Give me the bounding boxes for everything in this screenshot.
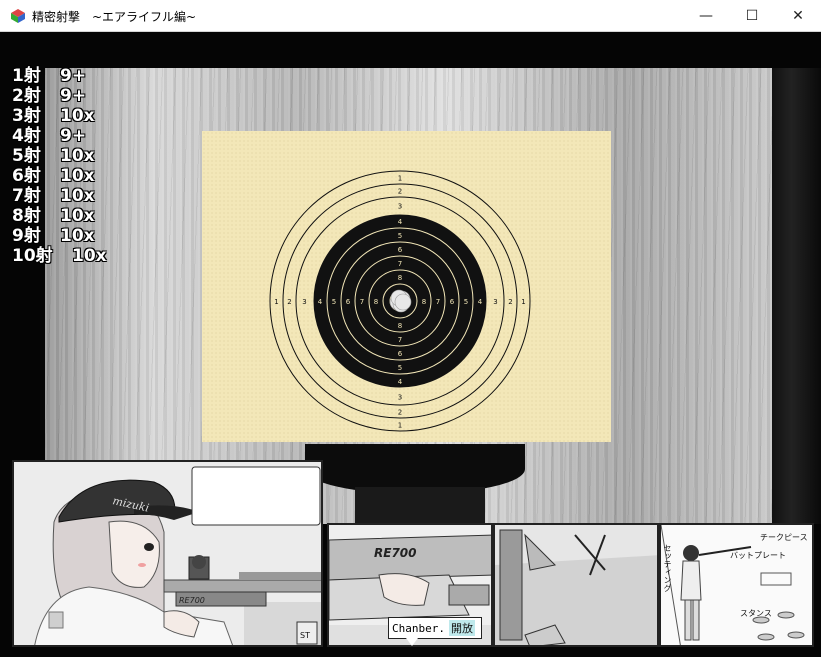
target-ring-number: 2 xyxy=(287,298,291,306)
manga-panel-shooter: mizuki RE700 ST xyxy=(12,460,323,647)
range-floor-illustration xyxy=(495,525,657,645)
minimize-button[interactable]: — xyxy=(683,0,729,32)
shooter-illustration: mizuki RE700 ST xyxy=(14,462,321,645)
score-row: 10射 10x xyxy=(12,246,107,266)
target-ring-number: 2 xyxy=(398,409,402,417)
chamber-status-box: Chanber. 開放 xyxy=(388,617,482,639)
score-value: 10x xyxy=(60,166,95,186)
target-ring-number: 1 xyxy=(274,298,278,306)
corner-mark: ST xyxy=(300,631,310,640)
target-ring-number: 4 xyxy=(398,218,403,226)
score-shot-label: 1射 xyxy=(12,66,41,86)
score-value: 10x xyxy=(60,106,95,126)
score-list: 1射 9+ 2射 9+ 3射 10x 4射 9+ 5射 10x 6射 10x 7射 10x 8射 10x 9射 1… xyxy=(12,66,107,266)
target-ring-number: 7 xyxy=(436,298,440,306)
close-icon: ✕ xyxy=(792,8,804,24)
score-value: 10x xyxy=(72,246,107,266)
dialog-caret-icon xyxy=(406,638,418,646)
target-ring-number: 2 xyxy=(508,298,512,306)
minimize-icon: — xyxy=(699,8,713,24)
target-ring-number: 4 xyxy=(478,298,483,306)
score-row: 3射 10x xyxy=(12,106,107,126)
shot-impact xyxy=(394,293,412,311)
target-ring-number: 3 xyxy=(302,298,306,306)
score-shot-label: 2射 xyxy=(12,86,41,106)
rifle-model-text: RE700 xyxy=(374,546,417,560)
app-icon xyxy=(11,9,25,23)
diagram-label-stance: スタンス xyxy=(740,609,772,618)
manga-panel-range xyxy=(493,523,659,647)
score-row: 6射 10x xyxy=(12,166,107,186)
target-ring-number: 2 xyxy=(398,188,402,196)
target-ring-number: 6 xyxy=(398,350,403,358)
window-titlebar: 精密射撃 ~エアライフル編~ — ☐ ✕ xyxy=(0,0,821,32)
target-face: 1 1 1 1 2 2 2 2 3 3 3 3 4 4 4 4 5 5 5 5 6 6 6 6 7 7 7 7 8 8 8 8 xyxy=(269,170,531,432)
diagram-label-cheekpiece: チークピース xyxy=(760,533,808,542)
target-ring-number: 8 xyxy=(398,274,402,282)
maximize-button[interactable]: ☐ xyxy=(729,0,775,32)
score-row: 5射 10x xyxy=(12,146,107,166)
target-ring-number: 1 xyxy=(398,175,402,183)
score-value: 9+ xyxy=(60,66,87,86)
score-value: 10x xyxy=(60,226,95,246)
score-value: 10x xyxy=(60,186,95,206)
target-ring-number: 3 xyxy=(398,203,402,211)
target-ring-number: 7 xyxy=(398,336,402,344)
target-ring-number: 4 xyxy=(398,378,403,386)
target-ring-number: 8 xyxy=(374,298,378,306)
score-row: 9射 10x xyxy=(12,226,107,246)
game-viewport[interactable]: 1 1 1 1 2 2 2 2 3 3 3 3 4 4 4 4 5 5 5 5 6 6 6 6 7 7 7 7 8 8 8 8 1射 9+ 2射 9… xyxy=(0,32,821,657)
target-ring-number: 4 xyxy=(318,298,323,306)
score-value: 9+ xyxy=(60,126,87,146)
score-shot-label: 10射 xyxy=(12,246,53,266)
score-shot-label: 8射 xyxy=(12,206,41,226)
chamber-state-badge: 開放 xyxy=(448,620,475,636)
target-ring-number: 8 xyxy=(398,322,402,330)
rifle-text-small: RE700 xyxy=(179,596,205,605)
target-ring-number: 6 xyxy=(450,298,455,306)
target-ring-number: 3 xyxy=(398,394,402,402)
score-shot-label: 6射 xyxy=(12,166,41,186)
score-row: 8射 10x xyxy=(12,206,107,226)
score-shot-label: 4射 xyxy=(12,126,41,146)
target-ring-number: 3 xyxy=(493,298,497,306)
score-row: 7射 10x xyxy=(12,186,107,206)
target-ring-number: 7 xyxy=(360,298,364,306)
target-stand-base xyxy=(355,487,485,527)
score-value: 10x xyxy=(60,146,95,166)
stance-diagram-illustration xyxy=(661,525,812,645)
close-button[interactable]: ✕ xyxy=(775,0,821,32)
window-title: 精密射撃 ~エアライフル編~ xyxy=(32,10,197,24)
target-ring-number: 5 xyxy=(398,364,402,372)
target-ring-number: 8 xyxy=(422,298,426,306)
score-value: 10x xyxy=(60,206,95,226)
score-shot-label: 3射 xyxy=(12,106,41,126)
range-side-shadow xyxy=(772,68,821,524)
score-row: 1射 9+ xyxy=(12,66,107,86)
score-row: 2射 9+ xyxy=(12,86,107,106)
score-shot-label: 9射 xyxy=(12,226,41,246)
score-row: 4射 9+ xyxy=(12,126,107,146)
target-ring-number: 5 xyxy=(398,232,402,240)
target-ring-number: 5 xyxy=(332,298,336,306)
target-ring-number: 1 xyxy=(398,422,402,430)
target-ring-number: 7 xyxy=(398,260,402,268)
target-ring-number: 5 xyxy=(464,298,468,306)
diagram-label-setting: セッティング xyxy=(663,544,672,592)
score-shot-label: 7射 xyxy=(12,186,41,206)
chamber-label: Chanber. xyxy=(392,621,445,635)
score-shot-label: 5射 xyxy=(12,146,41,166)
target-ring-number: 1 xyxy=(521,298,525,306)
target-ring-number: 6 xyxy=(398,246,403,254)
diagram-label-buttplate: バットプレート xyxy=(730,551,786,560)
target-ring-number: 6 xyxy=(346,298,351,306)
score-value: 9+ xyxy=(60,86,87,106)
maximize-icon: ☐ xyxy=(745,8,759,24)
